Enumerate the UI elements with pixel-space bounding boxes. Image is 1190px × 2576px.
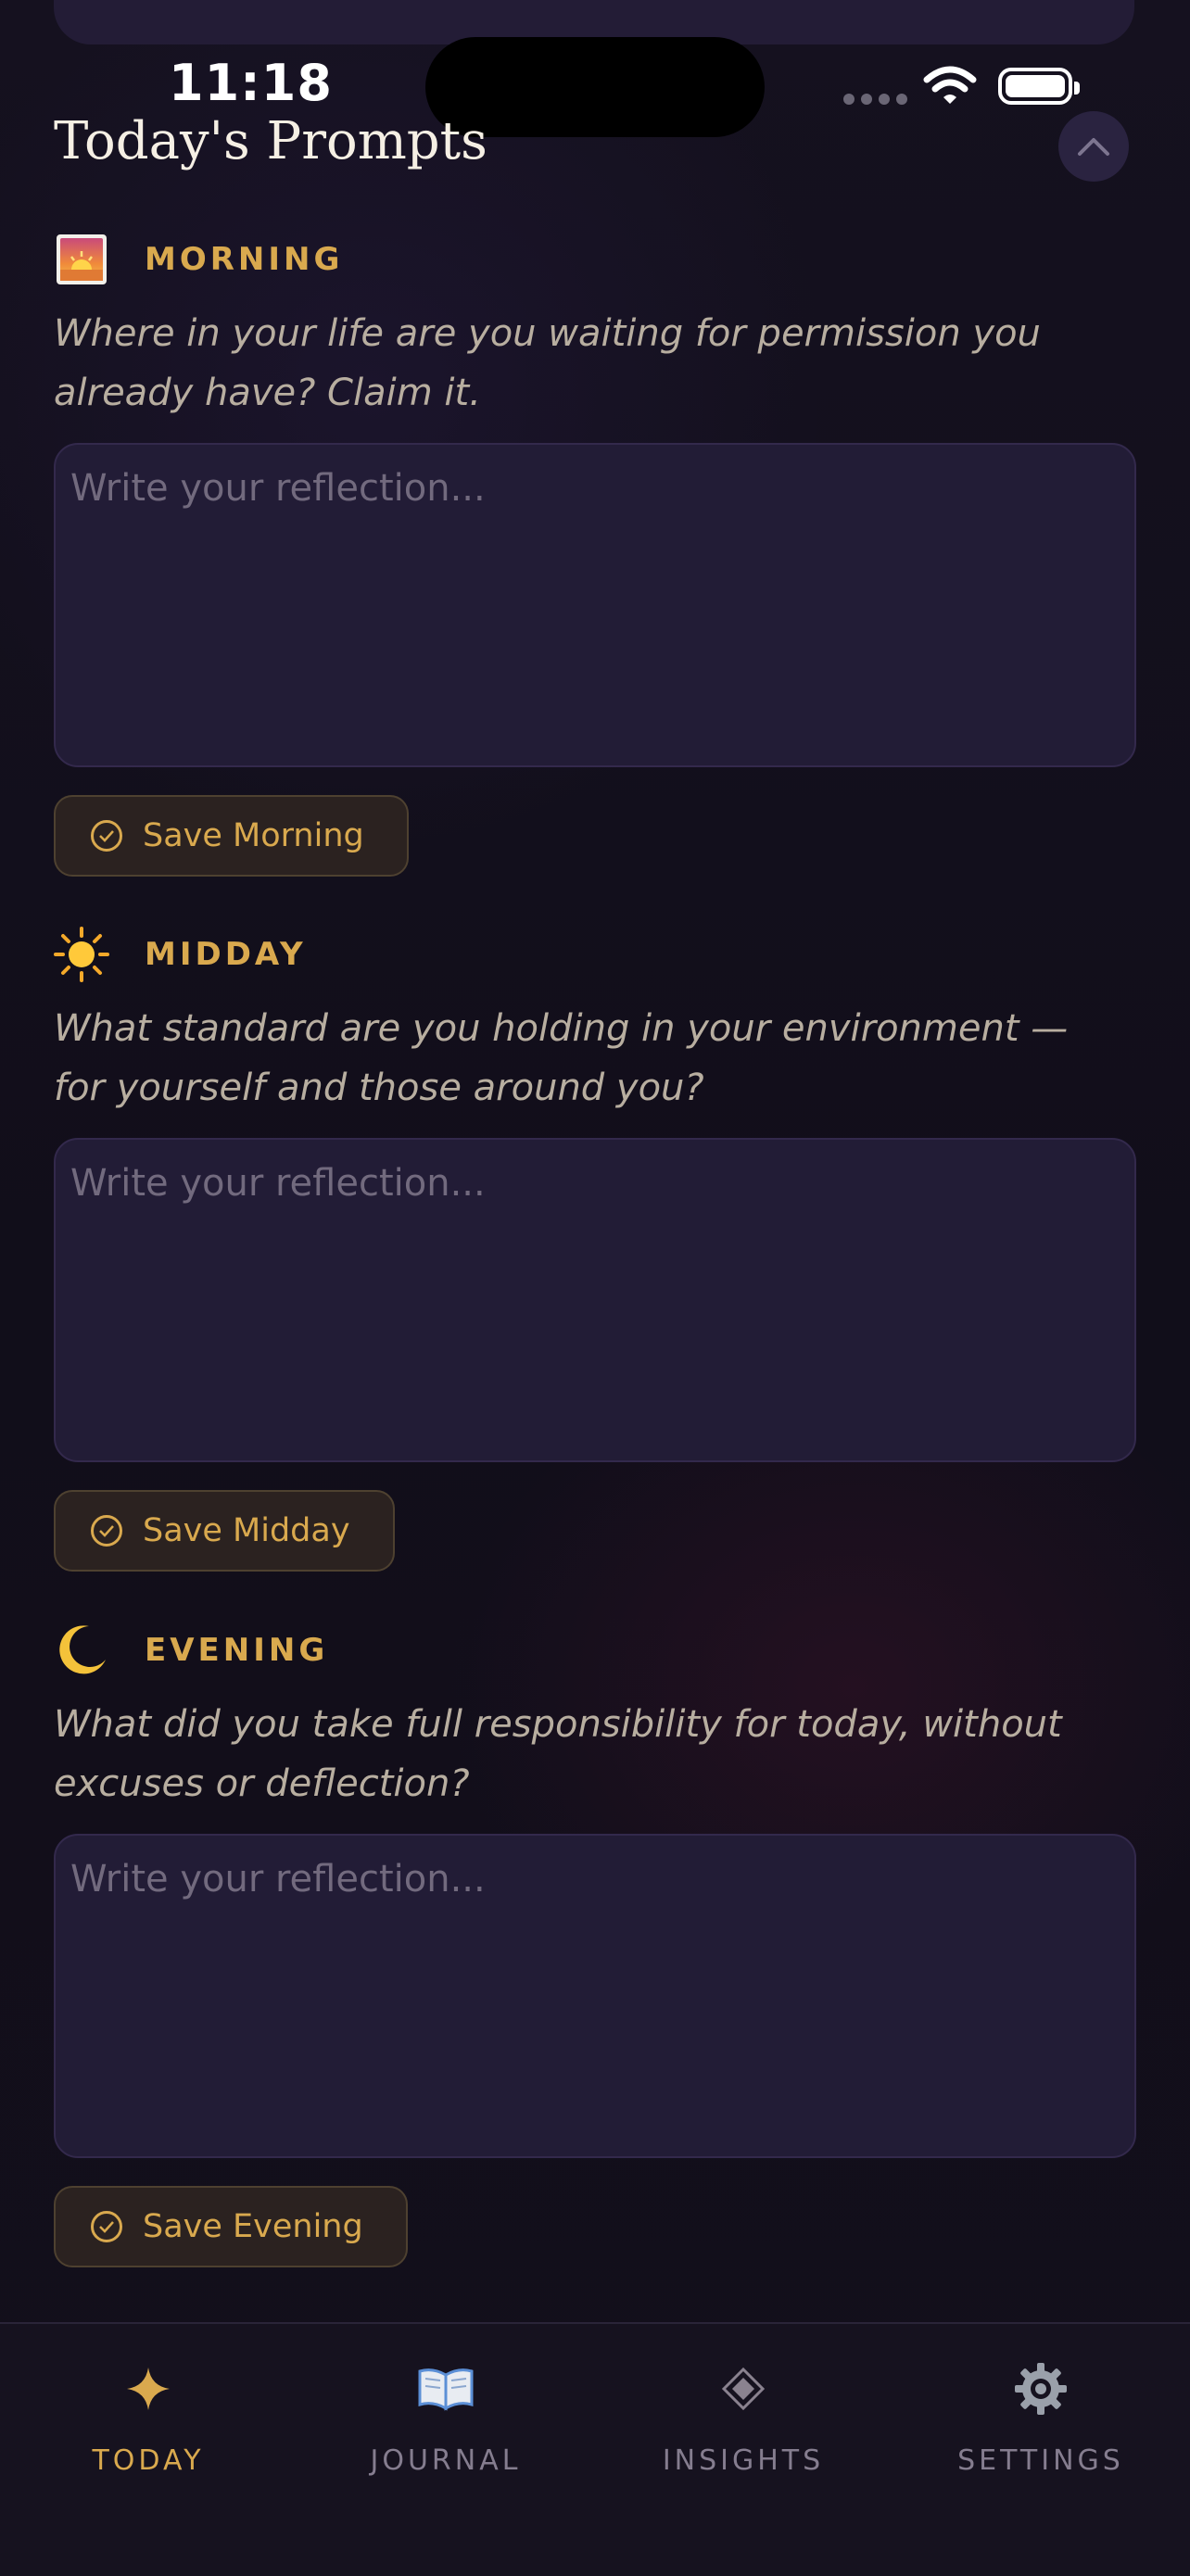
check-circle-icon <box>91 1515 122 1547</box>
morning-reflection-input[interactable] <box>54 443 1136 767</box>
tab-journal-label: JOURNAL <box>370 2444 522 2477</box>
save-evening-button[interactable]: Save Evening <box>54 2186 408 2267</box>
midday-prompt: What standard are you holding in your en… <box>54 1007 1069 1109</box>
tab-settings-label: SETTINGS <box>957 2444 1124 2477</box>
sun-icon <box>54 927 109 982</box>
tab-bar: TODAY JOURNAL INSIGHTS SETTINGS <box>0 2322 1190 2576</box>
book-icon <box>418 2368 474 2411</box>
tab-today[interactable]: TODAY <box>0 2352 297 2477</box>
tab-insights-label: INSIGHTS <box>662 2444 825 2477</box>
save-midday-button[interactable]: Save Midday <box>54 1490 395 1572</box>
midday-label: MIDDAY <box>145 936 307 973</box>
check-circle-icon <box>91 2211 122 2242</box>
wifi-icon <box>923 66 977 104</box>
evening-prompt: What did you take full responsibility fo… <box>54 1703 1062 1805</box>
tab-today-label: TODAY <box>92 2444 205 2477</box>
tab-settings[interactable]: SETTINGS <box>892 2352 1189 2477</box>
save-morning-label: Save Morning <box>143 817 364 854</box>
cellular-signal-icon <box>843 94 907 105</box>
check-circle-icon <box>91 820 122 852</box>
morning-prompt: Where in your life are you waiting for p… <box>54 312 1041 414</box>
page-title: Today's Prompts <box>54 111 487 171</box>
evening-reflection-input[interactable] <box>54 1834 1136 2158</box>
save-evening-label: Save Evening <box>143 2208 363 2245</box>
morning-section: MORNING Where in your life are you waiti… <box>54 232 1136 877</box>
chevron-up-icon <box>1078 138 1109 156</box>
sunrise-icon <box>54 232 109 287</box>
evening-label: EVENING <box>145 1632 329 1669</box>
morning-label: MORNING <box>145 241 344 278</box>
moon-icon <box>54 1623 109 1678</box>
diamond-icon <box>721 2367 766 2411</box>
gear-icon <box>1015 2363 1067 2415</box>
evening-section: EVENING What did you take full responsib… <box>54 1623 1136 2267</box>
status-time: 11:18 <box>169 54 333 112</box>
tab-insights[interactable]: INSIGHTS <box>595 2352 892 2477</box>
save-midday-label: Save Midday <box>143 1512 350 1549</box>
tab-journal[interactable]: JOURNAL <box>298 2352 594 2477</box>
midday-reflection-input[interactable] <box>54 1138 1136 1462</box>
save-morning-button[interactable]: Save Morning <box>54 795 409 877</box>
battery-icon <box>998 68 1080 105</box>
sparkle-icon <box>127 2368 170 2410</box>
midday-section: MIDDAY What standard are you holding in … <box>54 927 1136 1572</box>
collapse-button[interactable] <box>1058 111 1129 182</box>
